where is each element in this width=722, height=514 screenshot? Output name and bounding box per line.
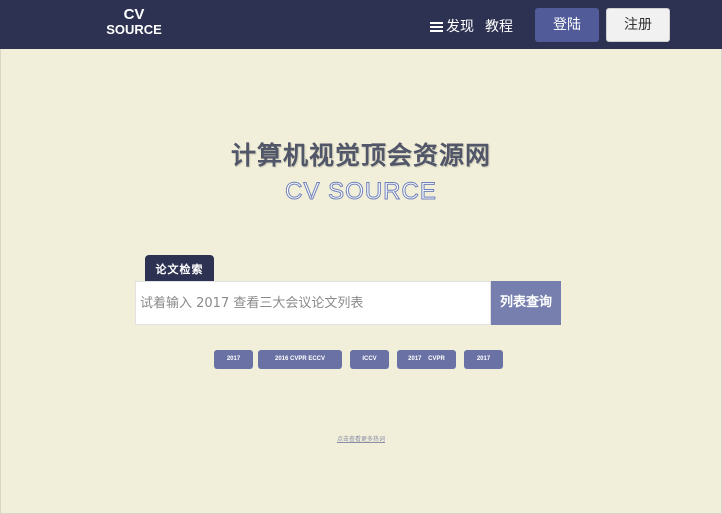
hero-title: 计算机视觉顶会资源网 (230, 141, 491, 170)
search-input[interactable] (136, 282, 490, 324)
login-button[interactable]: 登陆 (535, 8, 599, 42)
more-hot-words-link[interactable]: 点击查看更多热词 (0, 434, 722, 443)
hot-tag[interactable]: 2017 (214, 350, 253, 369)
logo-line-2: SOURCE (106, 22, 162, 37)
top-navbar: CV SOURCE 发现 教程 登陆 注册 (0, 0, 722, 49)
nav-tutorial-link[interactable]: 教程 (485, 16, 513, 36)
search-box (135, 281, 491, 325)
search-button[interactable]: 列表查询 (491, 281, 561, 325)
menu-icon (430, 21, 443, 32)
hot-tag[interactable]: 2017 CVPR (397, 350, 456, 369)
hot-tag[interactable]: 2017 (464, 350, 503, 369)
nav-discover-link[interactable]: 发现 (430, 16, 474, 36)
logo-line-1: CV (123, 6, 145, 23)
hero-subtitle: CV SOURCE (285, 178, 437, 206)
hot-tag[interactable]: 2016 CVPR ECCV (258, 350, 342, 369)
nav-discover-label: 发现 (446, 19, 474, 35)
hot-tags: 2017 2016 CVPR ECCV ICCV 2017 CVPR 2017 (0, 350, 722, 370)
register-button[interactable]: 注册 (606, 8, 670, 42)
hot-tag[interactable]: ICCV (350, 350, 389, 369)
tab-paper-search[interactable]: 论文检索 (145, 255, 214, 282)
site-logo[interactable]: CV SOURCE (104, 6, 164, 37)
